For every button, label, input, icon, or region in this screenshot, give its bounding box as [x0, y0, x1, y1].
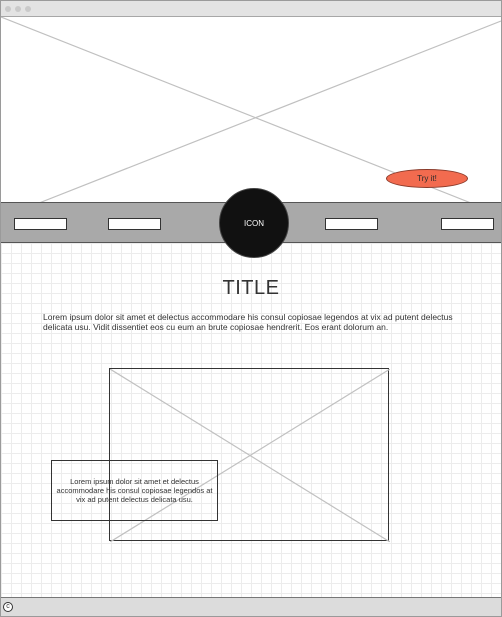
nav-item-2[interactable] — [108, 218, 161, 230]
window-minimize-dot[interactable] — [15, 6, 21, 12]
copyright-icon: c — [3, 602, 13, 612]
window-titlebar — [1, 1, 501, 17]
window-close-dot[interactable] — [5, 6, 11, 12]
try-it-button[interactable]: Try it! — [386, 169, 468, 188]
footer-bar: c — [1, 597, 501, 616]
wireframe-window: Try it! ICON TITLE Lorem ipsum dolor sit… — [0, 0, 502, 617]
window-maximize-dot[interactable] — [25, 6, 31, 12]
page-title: TITLE — [222, 277, 280, 299]
caption-text-box: Lorem ipsum dolor sit amet et delectus a… — [51, 460, 218, 521]
intro-paragraph: Lorem ipsum dolor sit amet et delectus a… — [43, 312, 453, 332]
logo-icon[interactable]: ICON — [219, 188, 289, 258]
nav-item-1[interactable] — [14, 218, 67, 230]
nav-item-4[interactable] — [441, 218, 494, 230]
nav-item-3[interactable] — [325, 218, 378, 230]
